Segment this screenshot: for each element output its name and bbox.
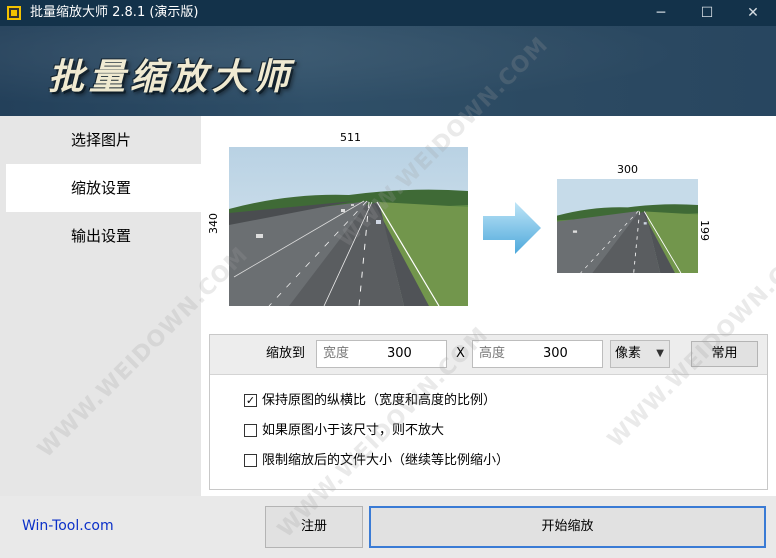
footer: Win-Tool.com 注册 开始缩放 xyxy=(0,496,776,558)
presets-button[interactable]: 常用 xyxy=(691,341,758,367)
width-value: 300 xyxy=(387,346,412,361)
no-upscale-checkbox[interactable] xyxy=(244,424,257,437)
app-banner: 批量缩放大师 xyxy=(0,26,776,116)
banner-title: 批量缩放大师 xyxy=(48,56,295,98)
no-upscale-label: 如果原图小于该尺寸，则不放大 xyxy=(262,423,445,438)
title-bar: 批量缩放大师 2.8.1 (演示版) ─ ☐ ✕ xyxy=(0,0,776,26)
maximize-button[interactable]: ☐ xyxy=(684,0,730,26)
app-icon xyxy=(7,6,21,20)
height-value: 300 xyxy=(543,346,568,361)
resize-options-group: 缩放到 宽度 300 X 高度 300 像素 ▼ 常用 ✓ 保持原图的纵横比（宽… xyxy=(209,334,768,490)
source-height-label: 340 xyxy=(207,213,220,234)
sidebar-item-resize-settings[interactable]: 缩放设置 xyxy=(6,164,201,212)
width-input[interactable]: 宽度 300 xyxy=(316,340,447,368)
keep-aspect-ratio-checkbox[interactable]: ✓ xyxy=(244,394,257,407)
register-button[interactable]: 注册 xyxy=(265,506,363,548)
resize-to-label: 缩放到 xyxy=(266,346,306,361)
sidebar-item-select-images[interactable]: 选择图片 xyxy=(6,116,201,164)
minimize-button[interactable]: ─ xyxy=(638,0,684,26)
unit-selected-value: 像素 xyxy=(615,346,642,361)
dimension-separator: X xyxy=(456,346,465,361)
target-height-label: 199 xyxy=(698,220,711,241)
resize-settings-panel: 511 340 300 199 缩放到 宽度 300 X 高度 300 像素 ▼… xyxy=(201,116,776,496)
website-link[interactable]: Win-Tool.com xyxy=(22,518,114,534)
limit-file-size-checkbox[interactable] xyxy=(244,454,257,467)
limit-file-size-label: 限制缩放后的文件大小（继续等比例缩小） xyxy=(262,453,510,468)
height-placeholder: 高度 xyxy=(479,346,506,361)
source-image-preview xyxy=(229,147,468,306)
keep-aspect-ratio-label: 保持原图的纵横比（宽度和高度的比例） xyxy=(262,393,497,408)
resize-dimensions-row: 缩放到 宽度 300 X 高度 300 像素 ▼ 常用 xyxy=(210,335,767,375)
source-width-label: 511 xyxy=(340,131,361,144)
sidebar-item-output-settings[interactable]: 输出设置 xyxy=(6,212,201,260)
start-resize-button[interactable]: 开始缩放 xyxy=(369,506,766,548)
target-width-label: 300 xyxy=(617,163,638,176)
sidebar: 选择图片 缩放设置 输出设置 xyxy=(0,116,201,496)
unit-select[interactable]: 像素 ▼ xyxy=(610,340,670,368)
height-input[interactable]: 高度 300 xyxy=(472,340,603,368)
width-placeholder: 宽度 xyxy=(323,346,350,361)
right-arrow-icon xyxy=(483,202,541,254)
close-button[interactable]: ✕ xyxy=(730,0,776,26)
chevron-down-icon: ▼ xyxy=(656,348,664,359)
window-title: 批量缩放大师 2.8.1 (演示版) xyxy=(30,5,199,20)
target-image-preview xyxy=(557,179,698,273)
